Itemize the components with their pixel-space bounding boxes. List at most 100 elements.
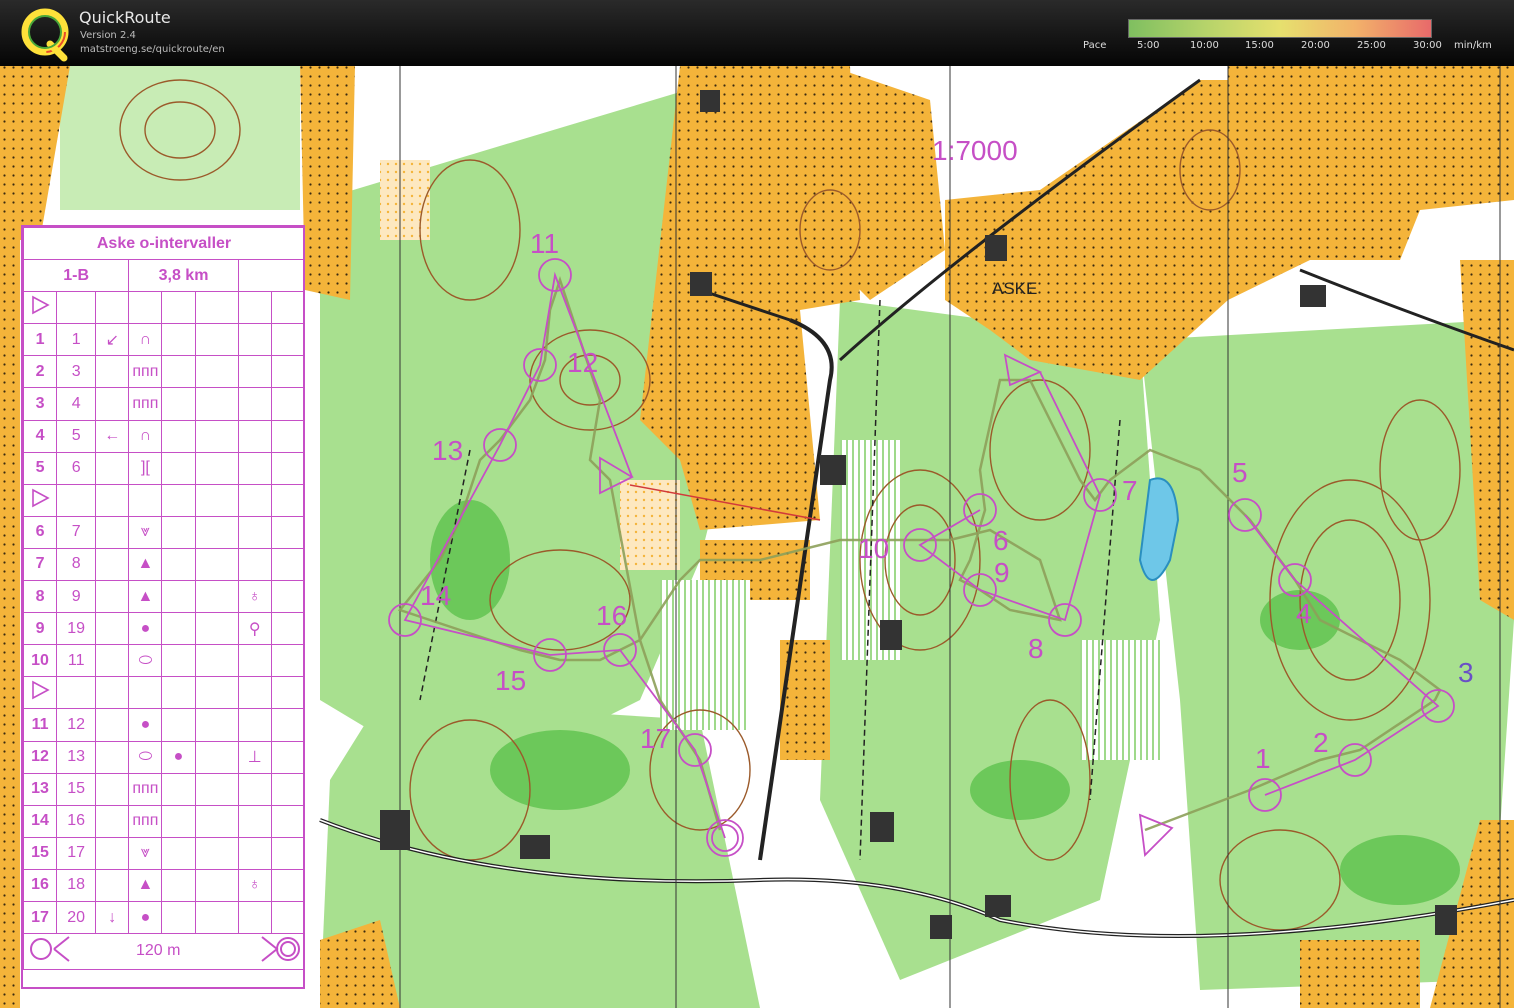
control-sequence: 12 [22,740,58,774]
control-row: 2 3 ᴨᴨᴨ [22,355,306,389]
event-name: Aske o-intervaller [23,226,305,261]
control-code: 8 [56,547,97,582]
pace-color-bar [1128,19,1432,38]
detail-symbol: ♁ [237,868,272,902]
control-row: 4 5 ← ∩ [22,419,306,453]
app-url[interactable]: matstroeng.se/quickroute/en [80,44,225,55]
feature-symbol: ᴨᴨᴨ [128,387,163,421]
control-label: 8 [1028,633,1044,664]
control-sequence: 3 [22,387,58,421]
control-row: 3 4 ᴨᴨᴨ [22,387,306,421]
appearance-symbol: ● [161,740,196,774]
start-triangle-icon [22,676,58,710]
control-sequence: 9 [22,612,58,646]
control-code: 15 [56,772,97,806]
control-row: 1 1 ↙ ∩ [22,323,306,357]
feature-symbol: ⬭ [128,644,163,678]
direction-symbol: ↙ [95,323,130,357]
feature-symbol: ][ [128,451,163,485]
pace-tick: 15:00 [1245,40,1274,51]
pace-tick: 20:00 [1301,40,1330,51]
control-label: 9 [994,557,1010,588]
control-row: 8 9 ▲ ♁ [22,580,306,614]
quickroute-logo-icon [21,8,69,62]
control-sequence: 11 [22,708,58,742]
control-label: 7 [1122,475,1138,506]
feature-symbol: ▲ [128,868,163,902]
feature-symbol: ∩ [128,323,163,357]
control-row: 14 16 ᴨᴨᴨ [22,804,306,838]
app-name: QuickRoute [79,8,171,27]
start-row [22,291,306,325]
start-triangle-icon [22,291,58,325]
start-row [22,676,306,710]
control-row: 5 6][ [22,451,306,485]
control-label: 4 [1296,598,1312,629]
description-table: Aske o-intervaller 1-B 3,8 km 1 1 ↙ ∩ 2 3 ᴨᴨᴨ 3… [22,226,306,971]
control-row: 11 12 ● [22,708,306,742]
control-sequence: 17 [22,900,58,935]
detail-symbol: ♁ [237,580,272,614]
control-sequence: 4 [22,419,58,453]
control-row: 12 13 ⬭ ● ⊥ [22,740,306,774]
control-code: 18 [56,868,97,902]
feature-symbol: ∩ [128,419,163,453]
control-row: 6 7 ⩔ [22,515,306,549]
control-sequence: 8 [22,580,58,614]
control-sequence: 13 [22,772,58,806]
control-code: 20 [56,900,97,935]
control-sequence: 2 [22,355,58,389]
feature-symbol: ⬭ [128,740,163,774]
control-label: 5 [1232,457,1248,488]
detail-symbol: ⊥ [237,740,272,774]
feature-symbol: ● [128,708,163,742]
feature-symbol: ᴨᴨᴨ [128,355,163,389]
finish-route-icon: 120 m [30,936,300,962]
control-row: 16 18 ▲ ♁ [22,868,306,902]
control-sequence: 5 [22,451,58,485]
control-description-sheet: Aske o-intervaller 1-B 3,8 km 1 1 ↙ ∩ 2 3 ᴨᴨᴨ 3… [21,225,306,989]
pace-unit: min/km [1454,40,1492,51]
finish-distance: 120 m [136,942,180,959]
control-sequence: 16 [22,868,58,902]
control-label: 17 [640,723,671,754]
control-label: 14 [420,580,451,611]
control-row: 13 15 ᴨᴨᴨ [22,772,306,806]
pace-tick: 25:00 [1357,40,1386,51]
feature-symbol: ● [128,612,163,646]
control-code: 11 [56,644,97,678]
control-row: 7 8 ▲ [22,547,306,582]
app-header: QuickRoute Version 2.4 matstroeng.se/qui… [0,0,1514,66]
control-sequence: 10 [22,644,58,678]
feature-symbol: ● [128,900,163,935]
control-label: 12 [567,347,598,378]
control-sequence: 14 [22,804,58,838]
control-sequence: 1 [22,323,58,357]
control-code: 4 [56,387,97,421]
control-code: 16 [56,804,97,838]
control-code: 7 [56,515,97,549]
feature-symbol: ᴨᴨᴨ [128,772,163,806]
control-sequence: 6 [22,515,58,549]
control-rows: 1 1 ↙ ∩ 2 3 ᴨᴨᴨ 3 4 ᴨᴨᴨ 4 5 ← ∩ 5 6][ 6 7 ⩔ 7 8 ▲ 8 9 ▲ ♁ 9 19 ● ⚲ 10… [22,291,306,935]
feature-symbol: ⩔ [128,836,163,870]
finish-row: 120 m [23,933,305,971]
app-version: Version 2.4 [80,30,136,41]
control-code: 3 [56,355,97,389]
control-label: 10 [858,533,889,564]
control-row: 17 20 ↓ ● [22,900,306,935]
control-code: 13 [56,740,97,774]
control-label: 16 [596,600,627,631]
control-label: 11 [530,228,559,259]
control-label: 15 [495,665,526,696]
control-label: 6 [993,525,1009,556]
detail-symbol: ⚲ [237,612,272,646]
control-code: 9 [56,580,97,614]
pace-tick: 30:00 [1413,40,1442,51]
control-label: 2 [1313,727,1329,758]
control-code: 19 [56,612,97,646]
control-label: 1 [1255,743,1271,774]
feature-symbol: ᴨᴨᴨ [128,804,163,838]
control-code: 12 [56,708,97,742]
map-scale: 1:7000 [932,135,1018,166]
